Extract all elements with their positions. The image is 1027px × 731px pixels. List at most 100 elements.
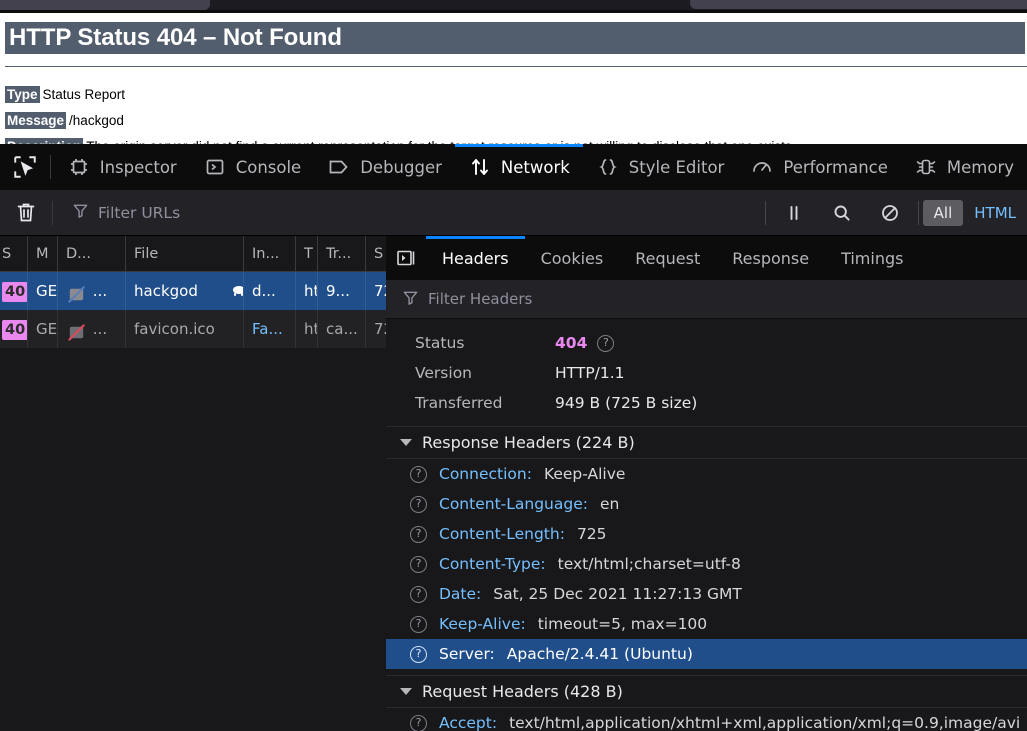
column-header-file[interactable]: File	[126, 236, 244, 271]
inspector-icon	[67, 155, 91, 179]
table-row[interactable]: 40 GE ... favicon.ico Fa... ht ca...	[0, 310, 386, 348]
row-file: favicon.ico	[126, 310, 244, 348]
devtools: Inspector Console Debugger	[0, 144, 1027, 731]
tab-network-label: Network	[501, 158, 570, 177]
blocked-cookie-icon	[66, 319, 88, 341]
help-icon[interactable]: ?	[410, 526, 427, 543]
tab-performance-label: Performance	[783, 158, 888, 177]
header-row-connection[interactable]: ? Connection: Keep-Alive	[386, 459, 1027, 489]
help-icon[interactable]: ?	[597, 335, 614, 352]
tab-memory[interactable]: Memory	[901, 144, 1027, 190]
column-header-method[interactable]: M	[28, 236, 58, 271]
summary-row-status: Status 404 ?	[386, 328, 1027, 358]
summary-label-status: Status	[415, 334, 555, 352]
help-icon[interactable]: ?	[410, 466, 427, 483]
section-request-headers[interactable]: Request Headers (428 B)	[386, 675, 1027, 708]
status-code: 404	[555, 334, 587, 352]
error-value-type: Status Report	[43, 87, 126, 102]
tab-console-label: Console	[236, 158, 302, 177]
filter-chip-html[interactable]: HTML	[963, 200, 1027, 226]
header-value: Sat, 25 Dec 2021 11:27:13 GMT	[493, 585, 742, 603]
error-value-message: /hackgod	[69, 113, 124, 128]
tab-cookies[interactable]: Cookies	[525, 236, 620, 280]
column-header-transferred[interactable]: Tr...	[318, 236, 366, 271]
column-header-status[interactable]: S	[0, 236, 28, 271]
style-editor-icon	[596, 155, 620, 179]
header-value: timeout=5, max=100	[538, 615, 707, 633]
turtle-icon	[229, 273, 244, 311]
header-row-accept[interactable]: ? Accept: text/html,application/xhtml+xm…	[386, 708, 1027, 731]
tab-headers[interactable]: Headers	[426, 236, 525, 280]
network-toolbar-divider	[52, 201, 53, 225]
block-icon[interactable]	[866, 190, 914, 236]
column-header-type[interactable]: T	[296, 236, 318, 271]
header-name: Keep-Alive:	[439, 615, 526, 633]
tab-request[interactable]: Request	[619, 236, 716, 280]
tab-style-editor[interactable]: Style Editor	[583, 144, 738, 190]
filter-chip-all[interactable]: All	[923, 200, 964, 226]
header-row-server[interactable]: ? Server: Apache/2.4.41 (Ubuntu)	[386, 639, 1027, 669]
header-name: Accept:	[439, 714, 497, 731]
status-badge: 40	[2, 282, 28, 302]
request-details-panel: Headers Cookies Request Response Timings…	[386, 236, 1027, 731]
page-title: HTTP Status 404 – Not Found	[5, 22, 1025, 54]
console-icon	[203, 155, 227, 179]
tab-timings[interactable]: Timings	[825, 236, 919, 280]
tab-inspector[interactable]: Inspector	[54, 144, 190, 190]
help-icon[interactable]: ?	[410, 586, 427, 603]
header-name: Server:	[439, 645, 495, 663]
header-name: Content-Length:	[439, 525, 565, 543]
header-row-date[interactable]: ? Date: Sat, 25 Dec 2021 11:27:13 GMT	[386, 579, 1027, 609]
tab-network[interactable]: Network	[455, 144, 583, 190]
network-toolbar-actions: All HTML	[761, 190, 1027, 236]
row-file: hackgod	[126, 272, 244, 310]
header-row-keep-alive[interactable]: ? Keep-Alive: timeout=5, max=100	[386, 609, 1027, 639]
element-picker-icon[interactable]	[0, 144, 50, 190]
tab-response[interactable]: Response	[716, 236, 825, 280]
network-toolbar: Filter URLs	[0, 190, 1027, 236]
row-domain: ...	[58, 272, 126, 310]
column-header-size[interactable]: S	[366, 236, 386, 271]
column-header-initiator[interactable]: In...	[244, 236, 296, 271]
tab-console[interactable]: Console	[190, 144, 315, 190]
request-summary: Status 404 ? Version HTTP/1.1 Transferre…	[386, 319, 1027, 426]
row-domain-label: ...	[93, 282, 107, 300]
browser-tab-strip-right	[690, 0, 1027, 9]
tab-debugger[interactable]: Debugger	[314, 144, 455, 190]
title-divider	[5, 66, 1027, 67]
section-response-headers[interactable]: Response Headers (224 B)	[386, 426, 1027, 459]
filter-headers-input[interactable]: Filter Headers	[386, 280, 1027, 319]
help-icon[interactable]: ?	[410, 496, 427, 513]
header-row-content-type[interactable]: ? Content-Type: text/html;charset=utf-8	[386, 549, 1027, 579]
search-icon[interactable]	[818, 190, 866, 236]
header-name: Connection:	[439, 465, 532, 483]
help-icon[interactable]: ?	[410, 556, 427, 573]
performance-icon	[750, 155, 774, 179]
row-initiator: Fa...	[244, 310, 296, 348]
open-in-panel-icon[interactable]	[386, 236, 426, 280]
actions-divider-2	[918, 201, 919, 225]
table-row[interactable]: 40 GE ... hackgod	[0, 272, 386, 310]
help-icon[interactable]: ?	[410, 715, 427, 731]
row-method: GE	[28, 272, 58, 310]
request-list: S M D... File In... T Tr... S 40 GE	[0, 236, 386, 731]
header-row-content-language[interactable]: ? Content-Language: en	[386, 489, 1027, 519]
help-icon[interactable]: ?	[410, 646, 427, 663]
row-file-label: hackgod	[134, 282, 198, 300]
summary-label-transferred: Transferred	[415, 394, 555, 412]
header-row-content-length[interactable]: ? Content-Length: 725	[386, 519, 1027, 549]
chevron-down-icon	[400, 688, 412, 695]
network-icon	[468, 155, 492, 179]
trash-icon[interactable]	[0, 190, 52, 236]
column-header-domain[interactable]: D...	[58, 236, 126, 271]
row-type: ht	[296, 310, 318, 348]
tab-performance[interactable]: Performance	[737, 144, 901, 190]
row-initiator: d...	[244, 272, 296, 310]
summary-label-version: Version	[415, 364, 555, 382]
chevron-down-icon	[400, 439, 412, 446]
help-icon[interactable]: ?	[410, 616, 427, 633]
error-row-type: TypeStatus Report	[5, 87, 125, 102]
pause-icon[interactable]	[770, 190, 818, 236]
blocked-cookie-icon	[66, 281, 88, 303]
filter-urls-input[interactable]: Filter URLs	[56, 202, 761, 223]
